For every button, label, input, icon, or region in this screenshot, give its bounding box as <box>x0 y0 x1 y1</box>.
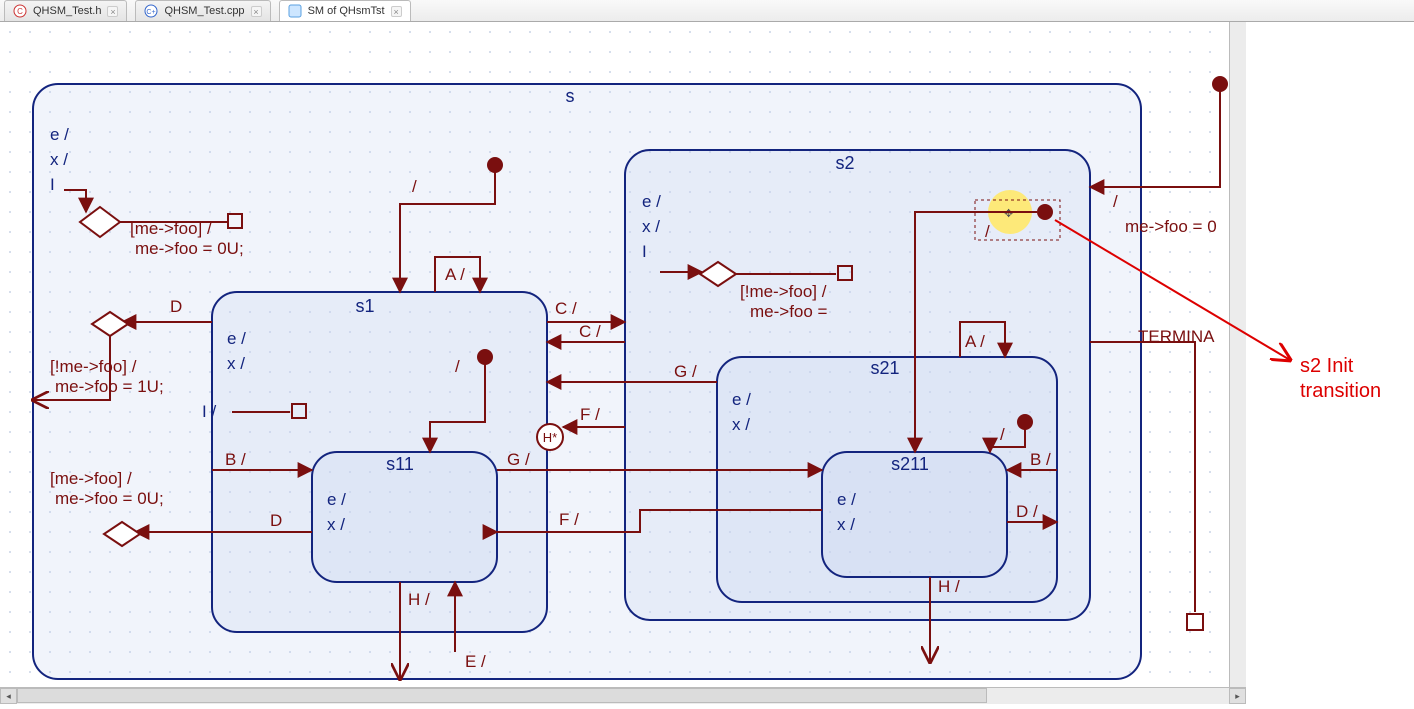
workspace: s e / x / I s1 e / x / I / s11 e / x / s… <box>0 22 1246 704</box>
tr-label: / <box>1113 192 1118 211</box>
state-s1-exit: x / <box>227 354 245 373</box>
state-s21-exit: x / <box>732 415 750 434</box>
history-label: H* <box>543 430 557 445</box>
tab-label: QHSM_Test.h <box>33 5 101 17</box>
tr-label: D <box>170 297 182 316</box>
tr-label: B / <box>1030 450 1051 469</box>
annotation-text-2: transition <box>1300 380 1381 402</box>
initial-s1 <box>477 349 493 365</box>
tab-label: SM of QHsmTst <box>308 5 385 17</box>
initial-pseudo-s <box>487 157 503 173</box>
guard-text: [me->foo] / <box>130 219 212 238</box>
cpp-file-icon: C+ <box>144 4 158 18</box>
close-icon[interactable]: × <box>251 6 262 17</box>
state-s11-entry: e / <box>327 490 346 509</box>
state-s21-entry: e / <box>732 390 751 409</box>
state-s1-entry: e / <box>227 329 246 348</box>
state-s21-title: s21 <box>870 358 899 378</box>
initial-pseudo-top <box>1212 76 1228 92</box>
guard-text: [me->foo] / <box>50 469 132 488</box>
scroll-track[interactable] <box>17 688 1229 704</box>
tr-label: E / <box>465 652 486 671</box>
state-s-exit: x / <box>50 150 68 169</box>
tr-label: me->foo = 0 <box>1125 217 1217 236</box>
terminate-pseudo <box>1187 614 1203 630</box>
horizontal-scrollbar[interactable]: ◂ ▸ <box>0 687 1246 704</box>
state-s211-exit: x / <box>837 515 855 534</box>
guard-action: me->foo = 1U; <box>55 377 164 396</box>
vertical-scrollbar[interactable] <box>1229 22 1246 687</box>
tab-qhsm-test-cpp[interactable]: C+ QHSM_Test.cpp × <box>135 0 270 21</box>
state-s2-entry: e / <box>642 192 661 211</box>
state-s1-title: s1 <box>355 296 374 316</box>
guard-action: me->foo = <box>750 302 828 321</box>
guard-text: [!me->foo] / <box>50 357 137 376</box>
svg-text:C+: C+ <box>147 9 156 16</box>
tr-label: D <box>270 511 282 530</box>
svg-text:C: C <box>17 7 23 16</box>
state-s2-exit: x / <box>642 217 660 236</box>
diagram-canvas[interactable]: s e / x / I s1 e / x / I / s11 e / x / s… <box>0 22 1229 687</box>
tr-label: TERMINA <box>1138 327 1215 346</box>
state-s2-title: s2 <box>835 153 854 173</box>
tr-label: C / <box>579 322 601 341</box>
tr-label: B / <box>225 450 246 469</box>
tr-label: A / <box>445 265 465 284</box>
close-icon[interactable]: × <box>107 6 118 17</box>
tr-label: / <box>985 222 990 241</box>
state-s-title: s <box>566 86 575 106</box>
annotation-text-1: s2 Init <box>1300 355 1354 377</box>
tr-label: G / <box>674 362 697 381</box>
statemachine-icon <box>288 4 302 18</box>
tr-label: H / <box>408 590 430 609</box>
tab-sm-diagram[interactable]: SM of QHsmTst × <box>279 0 411 21</box>
guard-text: [!me->foo] / <box>740 282 827 301</box>
state-s-entry: e / <box>50 125 69 144</box>
tab-label: QHSM_Test.cpp <box>164 5 244 17</box>
tr-label: F / <box>580 405 600 424</box>
scroll-thumb[interactable] <box>17 688 987 703</box>
state-s-extra: I <box>50 175 55 194</box>
tr-label: G / <box>507 450 530 469</box>
tr-label: / <box>455 357 460 376</box>
tab-qhsm-test-h[interactable]: C QHSM_Test.h × <box>4 0 127 21</box>
state-s11-title: s11 <box>386 454 414 474</box>
tr-label: A / <box>965 332 985 351</box>
guard-action: me->foo = 0U; <box>55 489 164 508</box>
tr-label: H / <box>938 577 960 596</box>
tr-label: F / <box>559 510 579 529</box>
state-s2-extra: I <box>642 242 647 261</box>
scroll-left-arrow[interactable]: ◂ <box>0 688 17 704</box>
initial-s21 <box>1017 414 1033 430</box>
scroll-right-arrow[interactable]: ▸ <box>1229 688 1246 704</box>
state-s211-title: s211 <box>891 454 929 474</box>
initial-s2 <box>1037 204 1053 220</box>
tab-bar: C QHSM_Test.h × C+ QHSM_Test.cpp × SM of… <box>0 0 1414 22</box>
tr-label: / <box>1000 425 1005 444</box>
state-s211-entry: e / <box>837 490 856 509</box>
move-icon: ✥ <box>1004 208 1013 220</box>
state-diagram: s e / x / I s1 e / x / I / s11 e / x / s… <box>0 22 1229 687</box>
tr-label: C / <box>555 299 577 318</box>
guard-action: me->foo = 0U; <box>135 239 244 258</box>
tr-label: / <box>412 177 417 196</box>
close-icon[interactable]: × <box>391 6 402 17</box>
tr-label: D / <box>1016 502 1038 521</box>
state-s11-exit: x / <box>327 515 345 534</box>
state-s1-extra: I / <box>202 402 216 421</box>
c-file-icon: C <box>13 4 27 18</box>
